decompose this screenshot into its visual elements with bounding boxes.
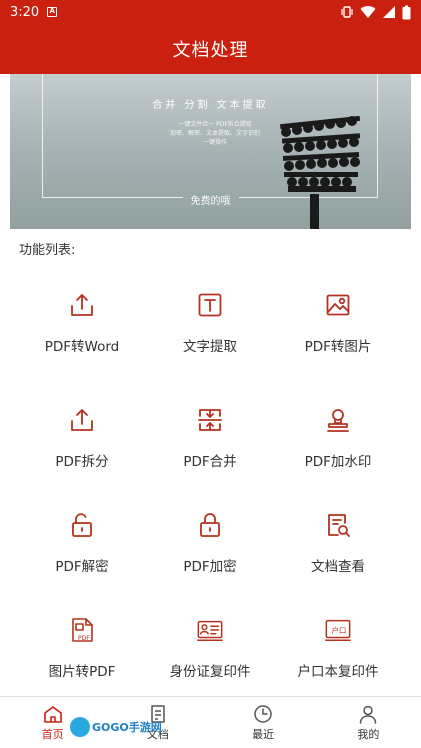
feature-household-register-copy[interactable]: 户口 户口本复印件: [268, 593, 408, 693]
vibrate-icon: [341, 6, 353, 18]
stadium-light-image: [280, 115, 361, 229]
feature-pdf-decrypt[interactable]: PDF解密: [12, 488, 152, 588]
feature-document-view[interactable]: 文档查看: [268, 488, 408, 588]
feature-label: PDF拆分: [55, 454, 109, 470]
feature-image-to-pdf[interactable]: PDF 图片转PDF: [12, 593, 152, 693]
user-icon: [360, 705, 377, 724]
home-icon: [43, 705, 62, 723]
clock-icon: [254, 704, 272, 723]
promo-banner[interactable]: 合并 分割 文本提取 一键文件合一 PDF拆合提取 加密、解密、文本提取、文字识…: [10, 74, 411, 229]
battery-icon: [402, 5, 411, 19]
feature-label: PDF转Word: [44, 339, 120, 355]
split-icon: [68, 406, 96, 434]
lock-icon: [196, 511, 224, 539]
svg-text:PDF: PDF: [78, 635, 90, 642]
section-title: 功能列表:: [19, 243, 76, 258]
wifi-icon: [360, 6, 376, 19]
bottom-nav: 首页 文档 最近 我的: [0, 697, 421, 748]
feature-label: 文档查看: [311, 559, 365, 575]
app-bar: 文档处理: [0, 24, 421, 74]
status-time: 3:20: [10, 4, 40, 20]
feature-pdf-encrypt[interactable]: PDF加密: [140, 488, 280, 588]
feature-label: 身份证复印件: [169, 664, 251, 680]
site-watermark: GOGO手游网: [70, 716, 162, 738]
feature-label: 图片转PDF: [48, 664, 116, 680]
svg-text:户口: 户口: [331, 625, 346, 635]
status-icons: [340, 5, 411, 20]
feature-label: PDF转图片: [304, 339, 372, 355]
feature-label: PDF解密: [55, 559, 109, 575]
feature-pdf-merge[interactable]: PDF合并: [140, 383, 280, 483]
merge-icon: [196, 406, 224, 434]
text-extract-icon: [196, 291, 224, 319]
feature-id-card-copy[interactable]: 身份证复印件: [140, 593, 280, 693]
feature-label: 户口本复印件: [297, 664, 379, 680]
feature-pdf-to-word[interactable]: PDF转Word: [12, 268, 152, 368]
page-title: 文档处理: [172, 40, 249, 61]
unlock-icon: [68, 511, 96, 539]
id-card-icon: [196, 616, 224, 644]
nav-label: 最近: [252, 727, 275, 741]
watermark-logo-icon: [70, 717, 90, 737]
image-icon: [324, 291, 352, 319]
nav-recent[interactable]: 最近: [211, 697, 316, 748]
feature-pdf-split[interactable]: PDF拆分: [12, 383, 152, 483]
stamp-icon: [324, 406, 352, 434]
feature-label: 文字提取: [183, 339, 237, 355]
status-bar: 3:20 A: [0, 0, 421, 24]
upload-icon: [68, 291, 96, 319]
feature-label: PDF加水印: [304, 454, 372, 470]
nav-profile[interactable]: 我的: [316, 697, 421, 748]
sim-icon: A: [47, 7, 58, 17]
feature-label: PDF加密: [183, 559, 237, 575]
watermark-text: GOGO手游网: [92, 721, 162, 734]
signal-icon: [383, 6, 395, 18]
document-search-icon: [324, 511, 352, 539]
feature-pdf-to-image[interactable]: PDF转图片: [268, 268, 408, 368]
nav-label: 首页: [41, 727, 64, 741]
nav-label: 我的: [357, 727, 380, 741]
feature-pdf-watermark[interactable]: PDF加水印: [268, 383, 408, 483]
image-to-pdf-icon: PDF: [68, 616, 96, 644]
household-register-icon: 户口: [324, 616, 352, 644]
feature-label: PDF合并: [183, 454, 237, 470]
feature-text-extract[interactable]: 文字提取: [140, 268, 280, 368]
